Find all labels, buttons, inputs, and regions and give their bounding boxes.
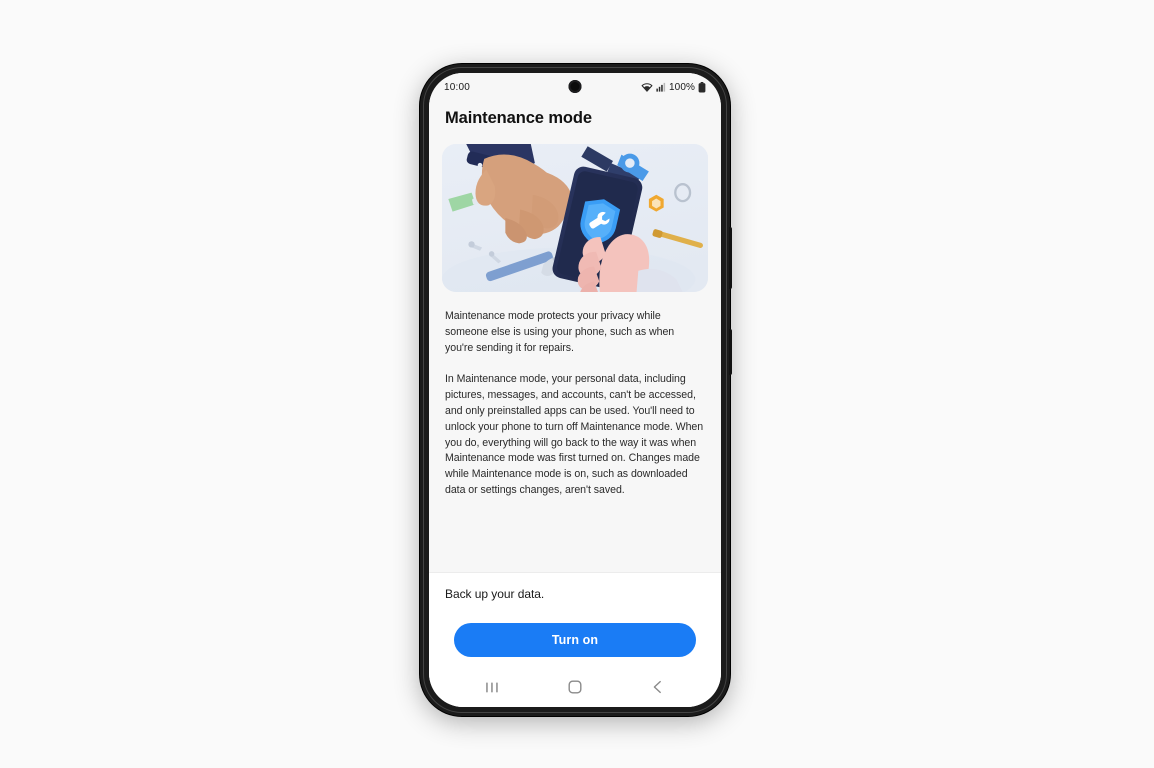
details-paragraph: In Maintenance mode, your personal data,… xyxy=(445,373,704,496)
phone-screen: 10:00 100% Maintenance mode Maintenance … xyxy=(429,73,721,707)
back-chevron-icon xyxy=(651,680,664,694)
battery-icon xyxy=(698,81,706,93)
power-button[interactable] xyxy=(729,329,732,375)
wifi-icon xyxy=(641,82,653,92)
battery-percent-label: 100% xyxy=(669,81,695,93)
cellular-signal-icon xyxy=(656,82,666,92)
volume-button[interactable] xyxy=(729,227,732,289)
recents-icon xyxy=(485,681,500,694)
home-icon xyxy=(568,680,582,694)
back-button[interactable] xyxy=(638,674,678,700)
content-scroll-area[interactable]: Maintenance mode protects your privacy w… xyxy=(429,144,721,572)
turn-on-button[interactable]: Turn on xyxy=(454,623,696,657)
system-navigation-bar xyxy=(429,671,721,707)
page-title: Maintenance mode xyxy=(429,101,721,144)
action-bar: Turn on xyxy=(429,614,721,671)
status-bar-icons: 100% xyxy=(641,81,706,93)
maintenance-mode-illustration xyxy=(442,144,708,292)
intro-paragraph: Maintenance mode protects your privacy w… xyxy=(445,310,675,354)
front-camera-punch-hole xyxy=(568,80,582,93)
backup-data-label: Back up your data. xyxy=(445,587,545,601)
phone-device-frame: 10:00 100% Maintenance mode Maintenance … xyxy=(420,64,732,716)
recents-button[interactable] xyxy=(472,674,512,700)
status-bar-clock: 10:00 xyxy=(444,81,471,93)
home-button[interactable] xyxy=(555,674,595,700)
backup-data-section[interactable]: Back up your data. xyxy=(429,572,721,614)
status-bar: 10:00 100% xyxy=(429,73,721,101)
